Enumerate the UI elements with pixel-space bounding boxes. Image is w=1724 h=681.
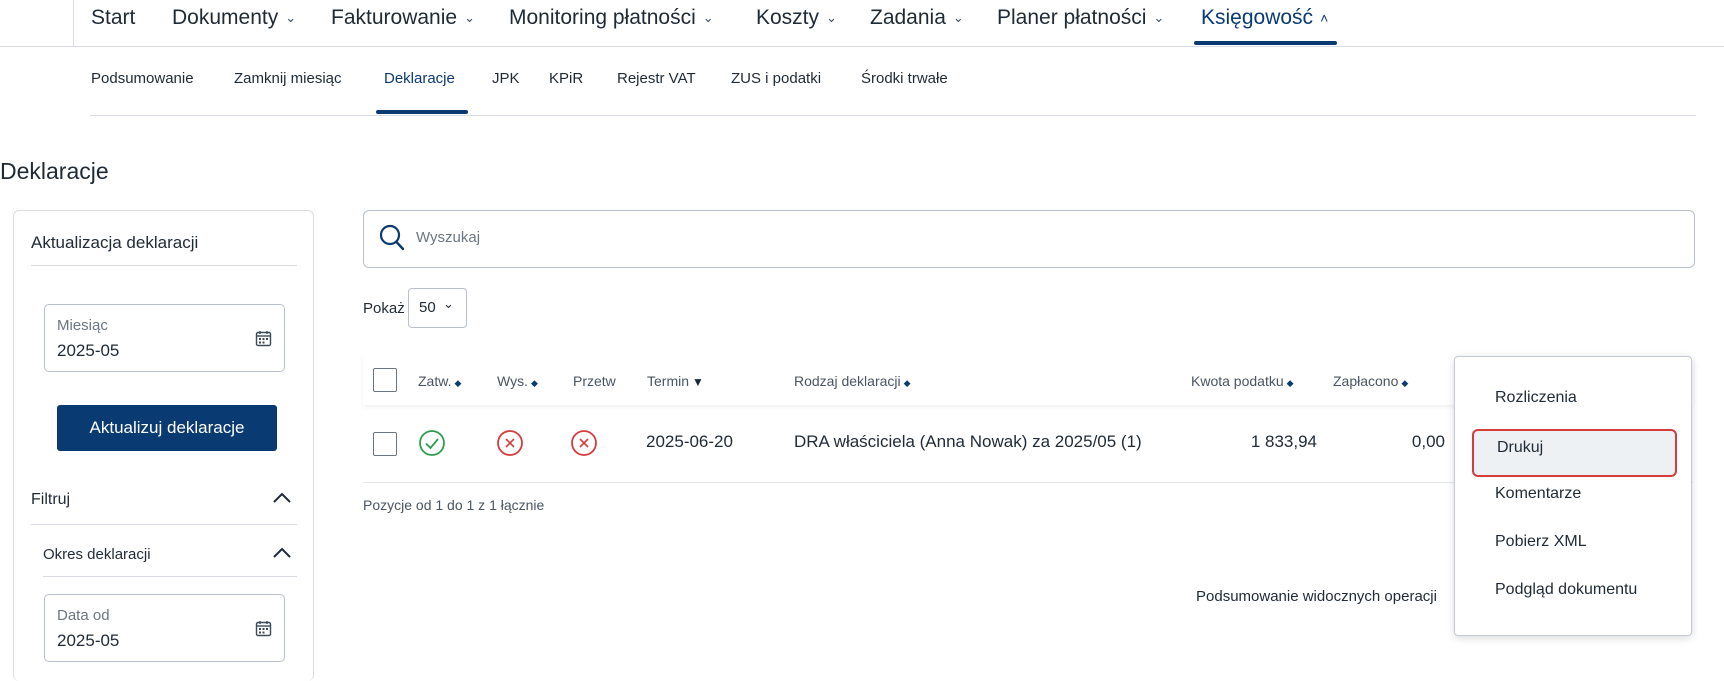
menu-item-pobierz-xml[interactable]: Pobierz XML: [1495, 533, 1587, 551]
column-header-zaplacono[interactable]: Zapłacono ◆: [1333, 373, 1408, 389]
cell-termin: 2025-06-20: [646, 432, 733, 451]
search-placeholder: Wyszukaj: [416, 229, 481, 246]
subnav-item-rejestr-vat[interactable]: Rejestr VAT: [617, 70, 696, 87]
date-from-value: 2025-05: [57, 631, 120, 650]
top-navigation: Start Dokumenty ⌄ Fakturowanie ⌄ Monitorin…: [0, 0, 1724, 47]
menu-item-drukuj[interactable]: Drukuj: [1497, 439, 1543, 457]
subnav-item-srodki-trwale[interactable]: Środki trwałe: [861, 70, 948, 87]
sort-icon: ◆: [530, 378, 538, 388]
chevron-up-icon: ˄: [1320, 10, 1329, 27]
chevron-up-icon[interactable]: [272, 544, 292, 565]
month-field-label: Miesiąc: [57, 317, 108, 334]
nav-item-start[interactable]: Start: [91, 6, 135, 30]
chevron-down-icon: ⌄: [443, 296, 454, 311]
subnav-item-kpir[interactable]: KPiR: [549, 70, 583, 87]
subnav-item-jpk[interactable]: JPK: [492, 70, 520, 87]
date-from-field[interactable]: Data od 2025-05: [44, 594, 285, 662]
cell-kwota: 1 833,94: [1250, 432, 1317, 451]
menu-item-rozliczenia[interactable]: Rozliczenia: [1495, 389, 1577, 407]
calendar-icon[interactable]: [255, 620, 272, 642]
subnav-item-deklaracje[interactable]: Deklaracje: [384, 70, 455, 87]
period-label: Okres deklaracji: [43, 546, 151, 563]
nav-item-ksiegowosc[interactable]: Księgowość ˄: [1201, 6, 1328, 30]
chevron-down-icon: ⌄: [826, 10, 837, 26]
nav-item-dokumenty[interactable]: Dokumenty ⌄: [172, 6, 296, 30]
chevron-down-icon: ⌄: [702, 10, 714, 26]
row-actions-menu: Rozliczenia Drukuj Komentarze Pobierz XM…: [1454, 356, 1692, 636]
check-circle-icon: [418, 429, 446, 462]
sort-desc-icon: ▼: [692, 375, 704, 389]
nav-item-koszty[interactable]: Koszty ⌄: [756, 6, 837, 30]
chevron-down-icon: ⌄: [1153, 10, 1165, 26]
divider: [31, 524, 297, 525]
nav-item-planer[interactable]: Planer płatności ⌄: [997, 6, 1164, 30]
search-input[interactable]: Wyszukaj: [363, 210, 1695, 268]
column-header-rodzaj[interactable]: Rodzaj deklaracji ◆: [794, 373, 911, 389]
update-declarations-button[interactable]: Aktualizuj deklaracje: [57, 405, 277, 451]
date-from-label: Data od: [57, 607, 110, 624]
nav-divider: [73, 0, 74, 46]
month-field[interactable]: Miesiąc 2025-05: [44, 304, 285, 372]
chevron-down-icon: ⌄: [952, 10, 964, 26]
menu-item-komentarze[interactable]: Komentarze: [1495, 485, 1581, 503]
column-header-zatw[interactable]: Zatw. ◆: [418, 373, 461, 389]
page-size-select[interactable]: 50 ⌄: [408, 288, 467, 328]
month-field-value: 2025-05: [57, 341, 120, 360]
sort-icon: ◆: [454, 378, 462, 388]
declaration-update-panel: Aktualizacja deklaracji Miesiąc 2025-05 …: [13, 210, 314, 681]
nav-item-zadania[interactable]: Zadania ⌄: [870, 6, 964, 30]
sort-icon: ◆: [1401, 378, 1409, 388]
filter-label: Filtruj: [31, 491, 71, 508]
x-circle-icon: [570, 429, 598, 462]
x-circle-icon: [496, 429, 524, 462]
active-nav-indicator: [1194, 41, 1337, 45]
nav-item-monitoring[interactable]: Monitoring płatności ⌄: [509, 6, 714, 30]
chevron-up-icon[interactable]: [272, 489, 292, 510]
cell-rodzaj[interactable]: DRA właściciela (Anna Nowak) za 2025/05 …: [794, 432, 1142, 452]
sort-icon: ◆: [1286, 378, 1294, 388]
column-header-termin[interactable]: Termin ▼: [647, 373, 704, 389]
search-icon: [378, 223, 406, 258]
calendar-icon[interactable]: [255, 330, 272, 352]
sort-icon: ◆: [903, 378, 911, 388]
page-title: Deklaracje: [0, 158, 109, 184]
sub-navigation: Podsumowanie Zamknij miesiąc Deklaracje …: [90, 46, 1696, 116]
chevron-down-icon: ⌄: [464, 10, 475, 26]
row-checkbox[interactable]: [373, 432, 397, 456]
menu-item-podglad-dokumentu[interactable]: Podgląd dokumentu: [1495, 581, 1637, 599]
column-header-przetw[interactable]: Przetw: [573, 373, 616, 389]
divider: [31, 265, 297, 266]
column-header-wys[interactable]: Wys. ◆: [497, 373, 538, 389]
chevron-down-icon: ⌄: [285, 10, 297, 26]
visible-summary-label: Podsumowanie widocznych operacji: [1196, 588, 1437, 605]
active-subnav-indicator: [376, 110, 468, 114]
panel-title: Aktualizacja deklaracji: [31, 233, 199, 252]
page-size-label: Pokaż: [363, 300, 405, 317]
subnav-item-zamknij-miesiac[interactable]: Zamknij miesiąc: [234, 70, 342, 87]
select-all-checkbox[interactable]: [373, 368, 397, 392]
cell-zaplacono: 0,00: [1411, 432, 1445, 451]
subnav-item-zus[interactable]: ZUS i podatki: [731, 70, 821, 87]
nav-item-fakturowanie[interactable]: Fakturowanie ⌄: [331, 6, 475, 30]
divider: [43, 576, 297, 577]
column-header-kwota[interactable]: Kwota podatku ◆: [1191, 373, 1294, 389]
subnav-item-podsumowanie[interactable]: Podsumowanie: [91, 70, 194, 87]
pagination-info: Pozycje od 1 do 1 z 1 łącznie: [363, 497, 545, 513]
page-size-value: 50: [419, 299, 436, 316]
